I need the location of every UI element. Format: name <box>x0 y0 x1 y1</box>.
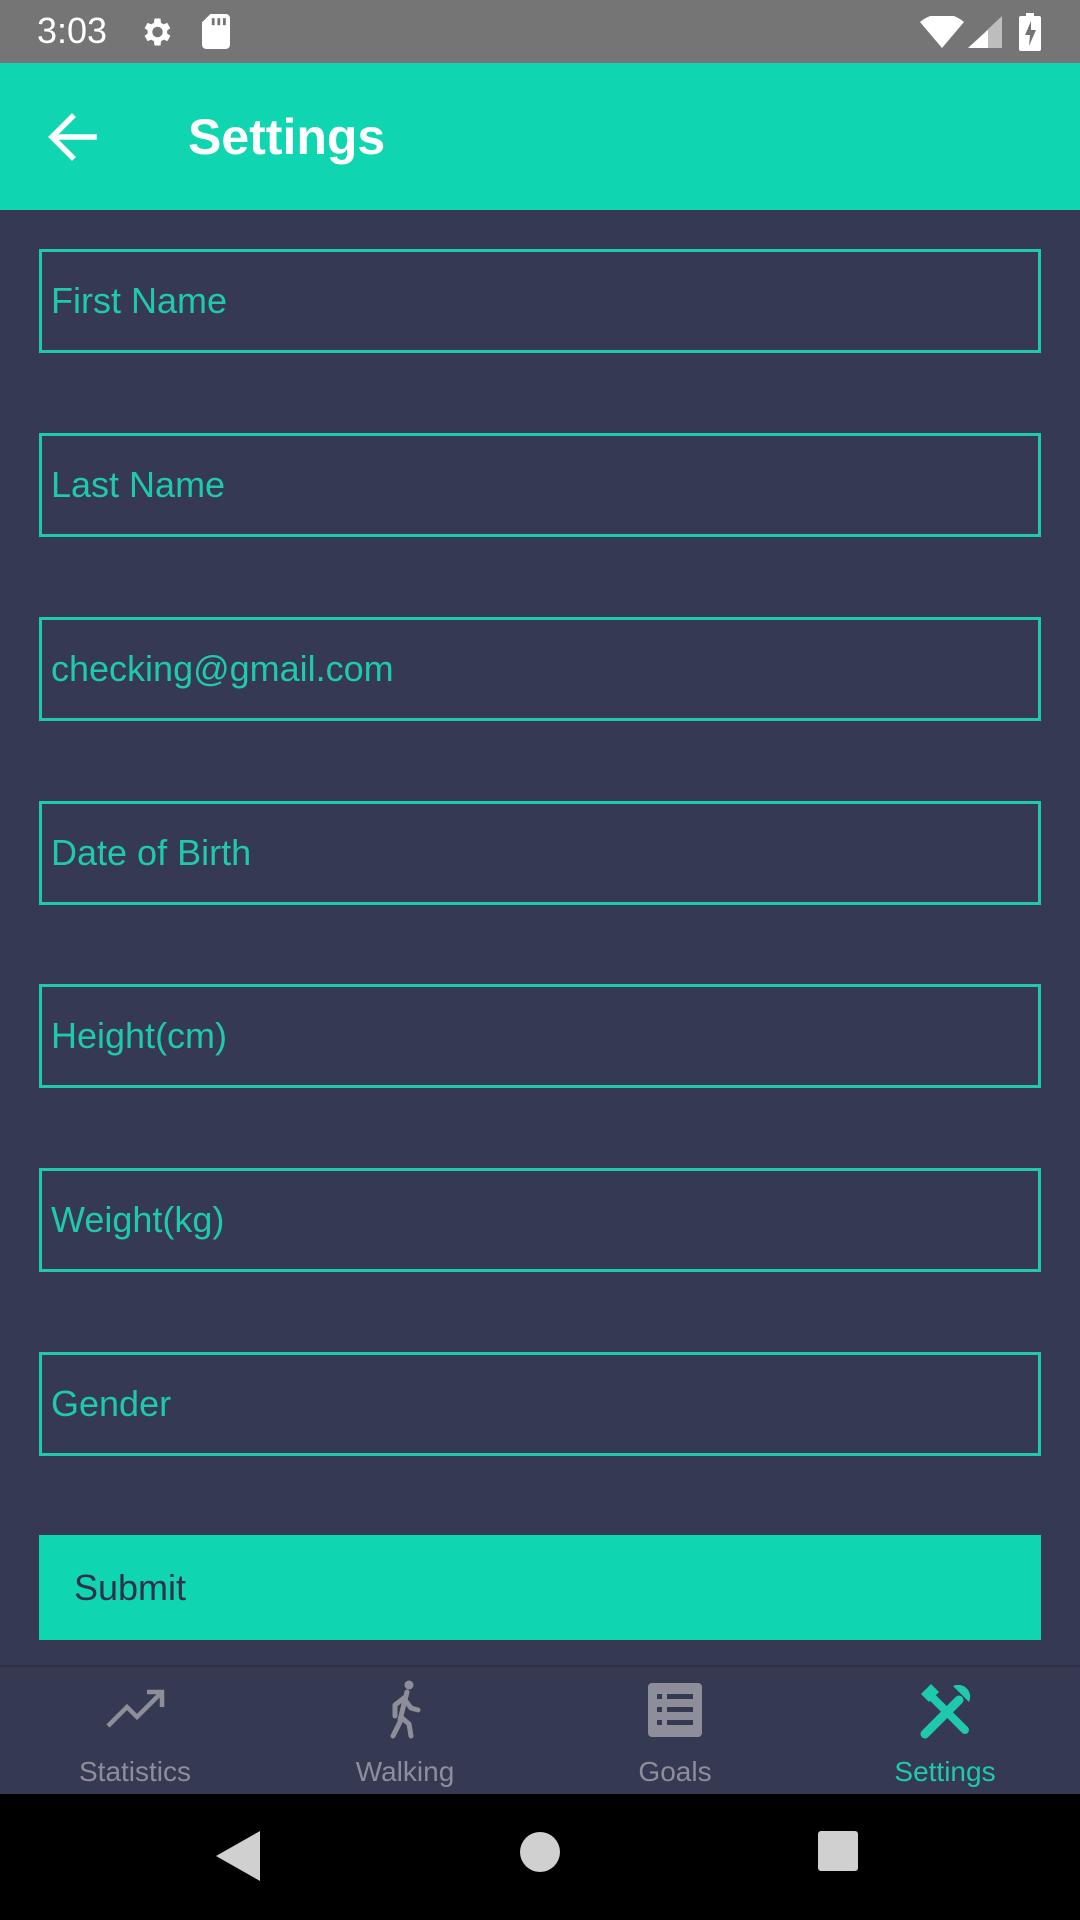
nav-label-settings: Settings <box>894 1756 996 1787</box>
recents-square-icon[interactable] <box>818 1831 858 1871</box>
sd-card-icon <box>202 14 230 49</box>
status-time: 3:03 <box>37 10 108 51</box>
nav-item-walking[interactable]: Walking <box>270 1667 540 1796</box>
nav-item-statistics[interactable]: Statistics <box>0 1667 270 1796</box>
gear-icon <box>144 18 171 46</box>
first-name-input[interactable] <box>42 252 1038 350</box>
nav-label-walking: Walking <box>355 1756 455 1787</box>
back-triangle-icon[interactable] <box>216 1831 260 1881</box>
home-circle-icon[interactable] <box>520 1832 560 1872</box>
gender-input[interactable] <box>42 1355 1038 1453</box>
arrow-left-icon[interactable] <box>46 113 98 161</box>
gender-field[interactable] <box>39 1352 1041 1456</box>
app-bar: Settings <box>0 63 1080 210</box>
nav-label-goals: Goals <box>638 1756 712 1787</box>
height-field[interactable] <box>39 984 1041 1088</box>
page-title: Settings <box>188 109 386 165</box>
weight-input[interactable] <box>42 1171 1038 1269</box>
email-input[interactable] <box>42 620 1038 718</box>
last-name-field[interactable] <box>39 433 1041 537</box>
nav-item-settings[interactable]: Settings <box>810 1667 1080 1796</box>
bottom-nav: Statistics Walking Goals Settings <box>0 1665 1080 1794</box>
weight-field[interactable] <box>39 1168 1041 1272</box>
submit-button[interactable]: Submit <box>39 1535 1041 1640</box>
first-name-field[interactable] <box>39 249 1041 353</box>
nav-item-goals[interactable]: Goals <box>540 1667 810 1796</box>
battery-charging-icon <box>1019 13 1041 51</box>
last-name-input[interactable] <box>42 436 1038 534</box>
trending-up-icon <box>106 1689 165 1728</box>
nav-label-statistics: Statistics <box>78 1756 192 1787</box>
email-field[interactable] <box>39 617 1041 721</box>
height-input[interactable] <box>42 987 1038 1085</box>
system-nav-bar <box>0 1794 1080 1920</box>
walking-person-icon <box>390 1680 421 1739</box>
tools-icon <box>920 1684 971 1739</box>
date-of-birth-input[interactable] <box>42 804 1038 902</box>
signal-icon <box>968 16 1002 48</box>
list-icon <box>648 1683 702 1737</box>
status-bar: 3:03 <box>0 0 1080 63</box>
date-of-birth-field[interactable] <box>39 801 1041 905</box>
wifi-icon <box>920 16 964 48</box>
